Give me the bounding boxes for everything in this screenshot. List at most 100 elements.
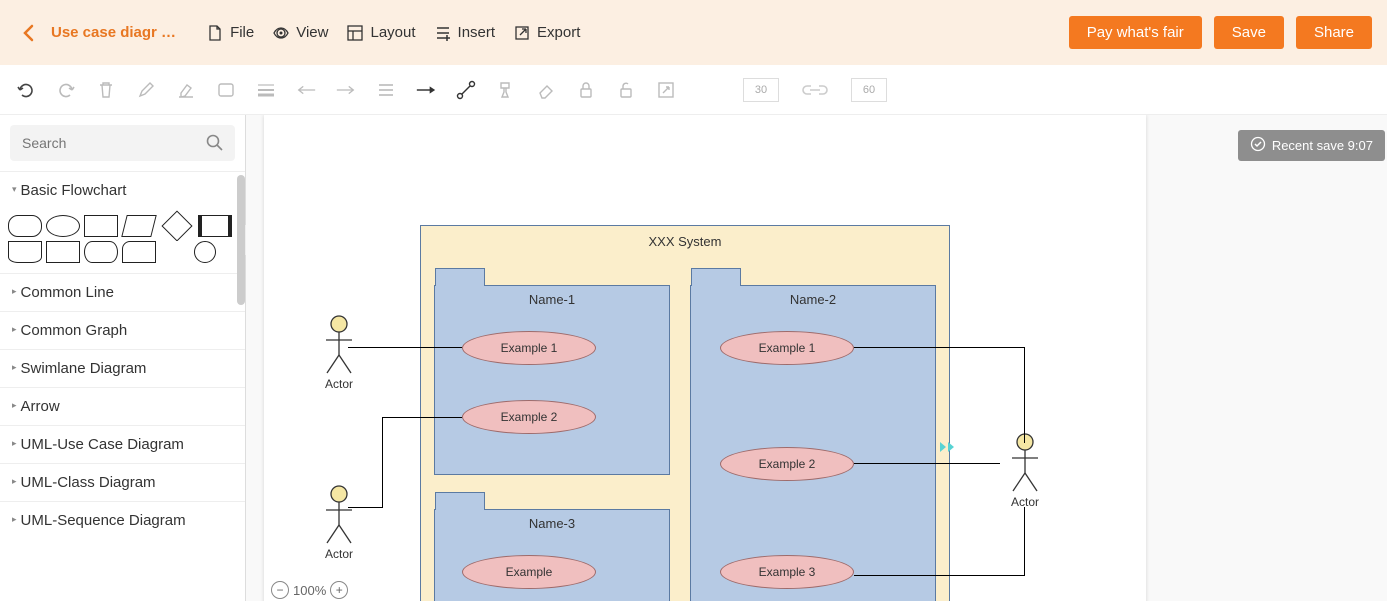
size-input-2[interactable] [851,78,887,102]
menu-file-label: File [230,24,254,41]
align-button[interactable] [375,79,397,101]
arrow-left-button[interactable] [295,79,317,101]
shape-parallelogram[interactable] [121,215,156,237]
zoom-controls: − 100% + [271,581,348,599]
insert-icon [434,24,452,42]
package-1-tab [435,268,485,286]
shape-database[interactable] [84,241,118,263]
shape-circle[interactable] [194,241,216,263]
search-input[interactable] [10,125,235,161]
line-style-button[interactable] [255,79,277,101]
shape-trapezoid[interactable] [160,241,190,263]
panel-uml-class[interactable]: ▸UML-Class Diagram [0,463,245,501]
chevron-right-icon: ▸ [12,476,17,487]
connector-4[interactable] [854,463,1000,464]
unlock-button[interactable] [615,79,637,101]
arrow-right-button[interactable] [335,79,357,101]
connector-5a[interactable] [1024,507,1025,575]
actor-3[interactable]: Actor [1000,433,1050,509]
shape-palette-basic [0,209,245,273]
diagram-paper[interactable]: XXX System Name-1 Name-2 Name-3 Example … [264,115,1146,601]
arrow-solid-button[interactable] [415,79,437,101]
shape-document[interactable] [8,241,42,263]
view-icon [272,24,290,42]
export-icon [513,24,531,42]
package-1-title: Name-1 [435,292,669,307]
menu-insert[interactable]: Insert [434,24,496,42]
usecase-3[interactable]: Example 1 [720,331,854,365]
eraser-button[interactable] [535,79,557,101]
back-button[interactable] [15,19,43,47]
menu-layout[interactable]: Layout [346,24,415,42]
shape-card[interactable] [122,241,156,263]
usecase-2[interactable]: Example 2 [462,400,596,434]
edit-button[interactable] [135,79,157,101]
file-icon [206,24,224,42]
menu-export[interactable]: Export [513,24,580,42]
zoom-in-button[interactable]: + [330,581,348,599]
menu-insert-label: Insert [458,24,496,41]
usecase-6[interactable]: Example 3 [720,555,854,589]
format-painter-button[interactable] [495,79,517,101]
panel-uml-usecase[interactable]: ▸UML-Use Case Diagram [0,425,245,463]
delete-button[interactable] [95,79,117,101]
shape-rect[interactable] [84,215,118,237]
usecase-1[interactable]: Example 1 [462,331,596,365]
actor-2-label: Actor [325,547,353,561]
chevron-right-icon: ▸ [12,400,17,411]
connector-button[interactable] [455,79,477,101]
rect-shape-button[interactable] [215,79,237,101]
panel-common-graph[interactable]: ▸Common Graph [0,311,245,349]
expand-button[interactable] [655,79,677,101]
lock-button[interactable] [575,79,597,101]
shape-oval[interactable] [46,215,80,237]
save-status-text: Recent save 9:07 [1272,138,1373,153]
share-button[interactable]: Share [1296,16,1372,49]
panel-swimlane[interactable]: ▸Swimlane Diagram [0,349,245,387]
connector-2b[interactable] [382,417,383,508]
shape-rect2[interactable] [46,241,80,263]
panel-uml-sequence[interactable]: ▸UML-Sequence Diagram [0,501,245,539]
shape-rounded-rect[interactable] [8,215,42,237]
chevron-down-icon: ▾ [12,184,17,195]
connector-2c[interactable] [382,417,462,418]
chevron-right-icon: ▸ [12,362,17,373]
menu-export-label: Export [537,24,580,41]
connector-3b[interactable] [1024,347,1025,443]
panel-arrow[interactable]: ▸Arrow [0,387,245,425]
usecase-5[interactable]: Example [462,555,596,589]
connector-1[interactable] [348,347,462,348]
redo-button[interactable] [55,79,77,101]
link-icon[interactable] [797,79,833,101]
highlight-button[interactable] [175,79,197,101]
menu-view[interactable]: View [272,24,328,42]
menu-view-label: View [296,24,328,41]
panel-basic-flowchart[interactable]: ▾Basic Flowchart [0,171,245,209]
shape-predefined[interactable] [198,215,232,237]
connector-5b[interactable] [854,575,1025,576]
save-button[interactable]: Save [1214,16,1284,49]
search-icon [205,133,225,156]
pay-button[interactable]: Pay what's fair [1069,16,1202,49]
sidebar-scrollbar[interactable] [237,175,245,305]
menu-layout-label: Layout [370,24,415,41]
layout-icon [346,24,364,42]
chevron-right-icon: ▸ [12,514,17,525]
zoom-out-button[interactable]: − [271,581,289,599]
connector-3a[interactable] [854,347,1024,348]
expand-hint-icon[interactable] [938,440,956,457]
document-title[interactable]: Use case diagr … [51,24,176,41]
undo-button[interactable] [15,79,37,101]
actor-2[interactable]: Actor [314,485,364,561]
panel-common-line[interactable]: ▸Common Line [0,273,245,311]
actor-1[interactable]: Actor [314,315,364,391]
save-status-badge: Recent save 9:07 [1238,130,1385,161]
actor-1-label: Actor [325,377,353,391]
size-input-1[interactable] [743,78,779,102]
connector-2a[interactable] [348,507,382,508]
package-1[interactable]: Name-1 [434,285,670,475]
canvas[interactable]: XXX System Name-1 Name-2 Name-3 Example … [246,115,1387,601]
usecase-4[interactable]: Example 2 [720,447,854,481]
menu-file[interactable]: File [206,24,254,42]
shape-diamond[interactable] [161,210,192,241]
